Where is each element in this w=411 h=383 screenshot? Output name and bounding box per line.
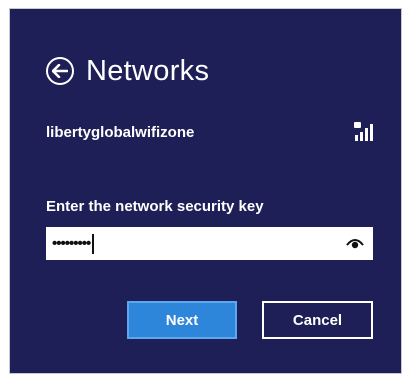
network-name: libertyglobalwifizone — [46, 123, 195, 141]
network-item[interactable]: libertyglobalwifizone — [46, 121, 376, 143]
reveal-password-icon[interactable] — [346, 236, 364, 250]
cancel-button[interactable]: Cancel — [262, 301, 373, 339]
security-key-value: ••••••••• — [52, 235, 91, 252]
security-key-label: Enter the network security key — [46, 198, 264, 215]
network-dialog: Networks libertyglobalwifizone Enter the… — [9, 8, 402, 374]
dialog-header: Networks — [46, 53, 209, 89]
wifi-signal-secured-icon — [354, 122, 373, 141]
back-button[interactable] — [46, 57, 74, 85]
next-button[interactable]: Next — [127, 301, 237, 339]
dialog-title: Networks — [86, 54, 210, 87]
back-arrow-icon — [52, 64, 68, 78]
text-caret — [92, 233, 94, 254]
security-key-input[interactable]: ••••••••• — [46, 227, 373, 260]
